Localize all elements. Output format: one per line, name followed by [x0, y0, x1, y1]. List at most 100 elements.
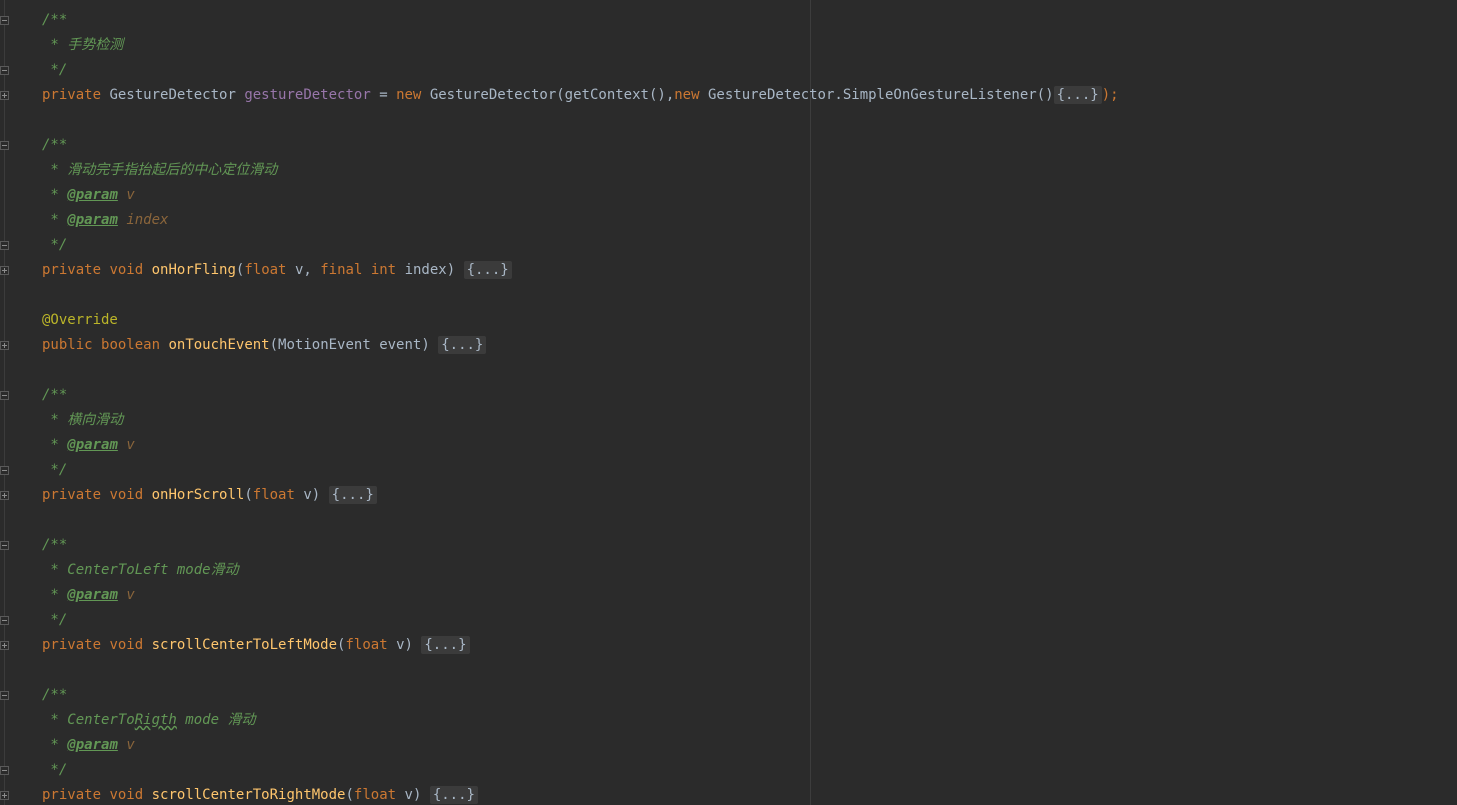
operator: =	[379, 87, 388, 103]
keyword: int	[370, 262, 397, 278]
fold-collapse-icon[interactable]	[0, 16, 9, 25]
javadoc-param-name: v	[126, 437, 135, 453]
fold-expand-icon[interactable]	[0, 341, 9, 350]
code-line: * @param v	[42, 183, 1119, 208]
doc-comment: */	[42, 237, 68, 253]
code-editor[interactable]: /** * 手势检测 */ private GestureDetector ges…	[0, 0, 1457, 805]
folded-code-block[interactable]: {...}	[429, 786, 478, 804]
fold-expand-icon[interactable]	[0, 791, 9, 800]
constructor-call: GestureDetector(getContext(),	[429, 87, 675, 103]
javadoc-param-tag: @param	[67, 737, 118, 753]
fold-expand-icon[interactable]	[0, 91, 9, 100]
param-list: (MotionEvent event)	[269, 337, 430, 353]
fold-gutter	[0, 0, 14, 805]
doc-comment: /**	[42, 137, 68, 153]
fold-expand-icon[interactable]	[0, 266, 9, 275]
doc-comment: *	[42, 587, 68, 603]
punctuation: (	[345, 787, 354, 803]
code-line: private void scrollCenterToLeftMode(floa…	[42, 633, 1119, 658]
keyword: float	[252, 487, 295, 503]
javadoc-param-name: v	[126, 737, 135, 753]
annotation: @Override	[42, 312, 118, 328]
param-name: v)	[404, 787, 422, 803]
fold-collapse-icon[interactable]	[0, 766, 9, 775]
code-area[interactable]: /** * 手势检测 */ private GestureDetector ges…	[42, 8, 1119, 805]
fold-collapse-icon[interactable]	[0, 141, 9, 150]
folded-code-block[interactable]: {...}	[421, 636, 470, 654]
fold-collapse-icon[interactable]	[0, 541, 9, 550]
doc-comment: * CenterToLeft mode滑动	[42, 562, 239, 578]
code-line: private void onHorScroll(float v) {...}	[42, 483, 1119, 508]
doc-comment: * 横向滑动	[42, 412, 124, 428]
code-line: * @param v	[42, 433, 1119, 458]
code-line: * CenterToLeft mode滑动	[42, 558, 1119, 583]
doc-comment: */	[42, 62, 68, 78]
punctuation: (	[244, 487, 253, 503]
code-line: /**	[42, 533, 1119, 558]
doc-comment: /**	[42, 12, 68, 28]
fold-collapse-icon[interactable]	[0, 616, 9, 625]
keyword: void	[109, 487, 144, 503]
doc-comment: */	[42, 612, 68, 628]
doc-comment: /**	[42, 387, 68, 403]
code-line: */	[42, 233, 1119, 258]
method-name: scrollCenterToRightMode	[151, 787, 346, 803]
doc-comment: */	[42, 462, 68, 478]
code-line: /**	[42, 683, 1119, 708]
keyword: private	[42, 262, 102, 278]
doc-comment: /**	[42, 687, 68, 703]
folded-code-block[interactable]: {...}	[438, 336, 487, 354]
gutter-divider	[4, 0, 5, 805]
fold-collapse-icon[interactable]	[0, 241, 9, 250]
doc-comment: *	[42, 737, 68, 753]
spelling-warning: Rigth	[134, 712, 177, 728]
javadoc-param-name: v	[126, 187, 135, 203]
code-line: private void onHorFling(float v, final i…	[42, 258, 1119, 283]
fold-expand-icon[interactable]	[0, 641, 9, 650]
code-line: * @param index	[42, 208, 1119, 233]
keyword: void	[109, 637, 144, 653]
keyword: float	[345, 637, 388, 653]
doc-comment: *	[42, 437, 68, 453]
code-line: /**	[42, 8, 1119, 33]
code-line: */	[42, 608, 1119, 633]
keyword: float	[244, 262, 287, 278]
code-line: * 手势检测	[42, 33, 1119, 58]
doc-comment: mode 滑动	[176, 712, 256, 728]
method-name: onTouchEvent	[168, 337, 270, 353]
fold-collapse-icon[interactable]	[0, 66, 9, 75]
folded-code-block[interactable]: {...}	[463, 261, 512, 279]
fold-collapse-icon[interactable]	[0, 466, 9, 475]
folded-code-block[interactable]: {...}	[328, 486, 377, 504]
method-name: onHorScroll	[151, 487, 245, 503]
fold-collapse-icon[interactable]	[0, 691, 9, 700]
keyword: private	[42, 87, 102, 103]
fold-collapse-icon[interactable]	[0, 391, 9, 400]
folded-code-block[interactable]: {...}	[1053, 86, 1102, 104]
param-name: v)	[303, 487, 321, 503]
doc-comment: *	[42, 212, 68, 228]
param-name: index)	[404, 262, 456, 278]
fold-expand-icon[interactable]	[0, 491, 9, 500]
field-name: gestureDetector	[244, 87, 371, 103]
doc-comment: /**	[42, 537, 68, 553]
method-name: scrollCenterToLeftMode	[151, 637, 338, 653]
param-name: v,	[294, 262, 312, 278]
javadoc-param-tag: @param	[67, 587, 118, 603]
javadoc-param-tag: @param	[67, 437, 118, 453]
